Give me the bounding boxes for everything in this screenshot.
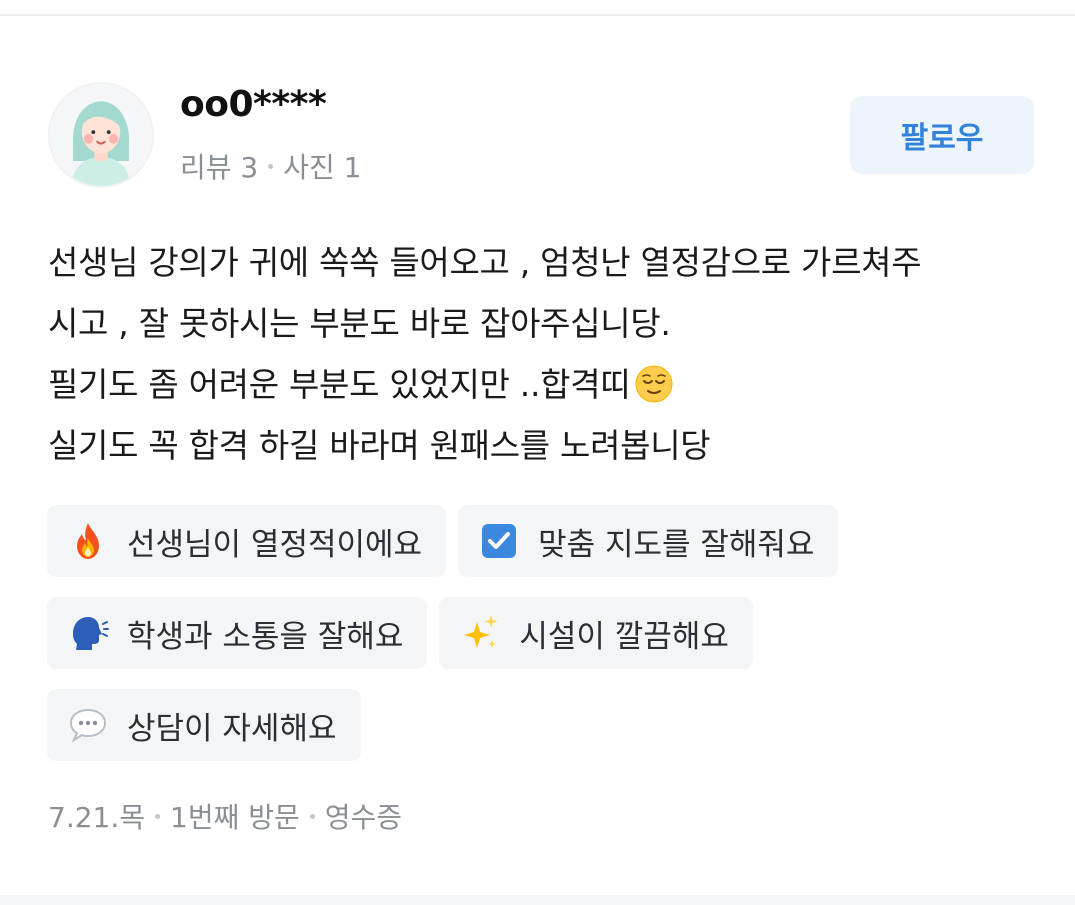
keyword-tags: 선생님이 열정적이에요 맞춤 지도를 잘해줘요 학생과 소통을 잘해요 시설이 … bbox=[47, 505, 1037, 781]
receipt-verification: 영수증 bbox=[324, 801, 403, 834]
tag-label: 학생과 소통을 잘해요 bbox=[127, 618, 404, 655]
sparkles-icon bbox=[464, 615, 498, 648]
tag-custom-guidance[interactable]: 맞춤 지도를 잘해줘요 bbox=[458, 505, 839, 577]
tag-passionate-teacher[interactable]: 선생님이 열정적이에요 bbox=[47, 505, 447, 577]
visit-meta: 7.21.목 1번째 방문 영수증 bbox=[48, 796, 402, 836]
speech-balloon-icon bbox=[69, 708, 107, 743]
tag-row: 상담이 자세해요 bbox=[47, 689, 1037, 761]
review-line: 필기도 좀 어려운 부분도 있었지만 ..합격띠 bbox=[48, 354, 1038, 415]
review-line: 시고 , 잘 못하시는 부분도 바로 잡아주십니당. bbox=[48, 304, 671, 343]
visit-date: 7.21.목 bbox=[48, 801, 146, 834]
tag-row: 선생님이 열정적이에요 맞춤 지도를 잘해줘요 bbox=[47, 505, 1037, 577]
review-text: 선생님 강의가 귀에 쏙쏙 들어오고 , 엄청난 열정감으로 가르쳐주 시고 ,… bbox=[48, 232, 1038, 476]
bottom-divider bbox=[0, 895, 1075, 905]
relieved-face-icon bbox=[635, 365, 673, 403]
tag-label: 선생님이 열정적이에요 bbox=[127, 526, 423, 563]
visit-count: 1번째 방문 bbox=[170, 801, 300, 834]
speaking-head-icon bbox=[73, 617, 109, 650]
separator-dot bbox=[155, 813, 161, 819]
tag-clean-facility[interactable]: 시설이 깔끔해요 bbox=[439, 597, 753, 669]
avatar[interactable] bbox=[48, 82, 154, 188]
tag-communication[interactable]: 학생과 소통을 잘해요 bbox=[47, 597, 428, 669]
user-stats: 리뷰 3 사진 1 bbox=[180, 146, 362, 186]
review-line: 실기도 꼭 합격 하길 바라며 원패스를 노려봅니당 bbox=[48, 426, 711, 465]
photo-count: 사진 1 bbox=[283, 151, 362, 184]
tag-row: 학생과 소통을 잘해요 시설이 깔끔해요 bbox=[47, 597, 1037, 669]
tag-label: 맞춤 지도를 잘해줘요 bbox=[538, 526, 815, 563]
avatar-illustration-icon bbox=[50, 84, 152, 186]
tag-label: 시설이 깔끔해요 bbox=[519, 618, 729, 655]
review-line-text: 필기도 좀 어려운 부분도 있었지만 ..합격띠 bbox=[48, 365, 631, 404]
tag-detailed-consultation[interactable]: 상담이 자세해요 bbox=[47, 689, 361, 761]
username[interactable]: oo0**** bbox=[180, 84, 327, 125]
separator-dot bbox=[268, 163, 274, 169]
separator-dot bbox=[309, 813, 315, 819]
follow-button[interactable]: 팔로우 bbox=[850, 96, 1034, 174]
review-count: 리뷰 3 bbox=[180, 151, 259, 184]
check-box-icon bbox=[482, 524, 517, 558]
top-divider bbox=[0, 14, 1075, 16]
review-line: 선생님 강의가 귀에 쏙쏙 들어오고 , 엄청난 열정감으로 가르쳐주 bbox=[48, 243, 922, 282]
tag-label: 상담이 자세해요 bbox=[127, 710, 337, 747]
fire-icon bbox=[77, 523, 99, 559]
